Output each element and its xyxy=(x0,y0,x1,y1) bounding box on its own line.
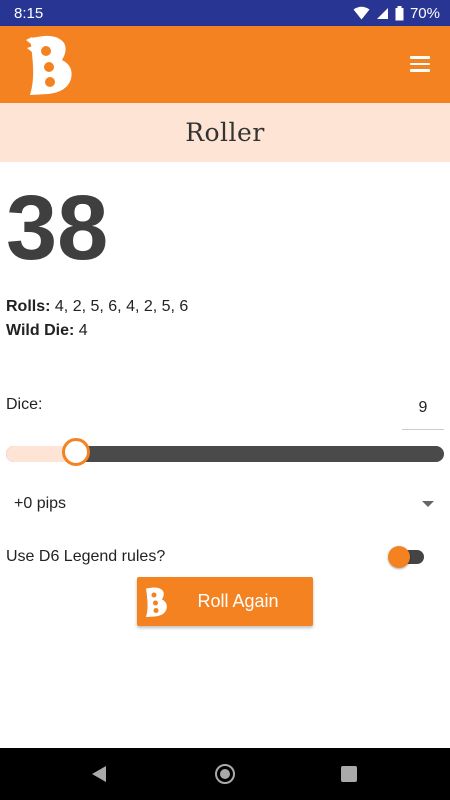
dice-slider-thumb[interactable] xyxy=(62,438,91,466)
signal-icon xyxy=(376,7,388,19)
battery-icon xyxy=(395,5,404,20)
title-band: Roller xyxy=(0,103,450,162)
rolls-value: 4, 2, 5, 6, 4, 2, 5, 6 xyxy=(54,298,189,315)
wild-die-label: Wild Die: xyxy=(6,322,75,339)
page-title: Roller xyxy=(185,118,265,147)
dropdown-arrow-icon xyxy=(422,501,434,507)
wild-die-value: 4 xyxy=(78,322,88,339)
app-bar xyxy=(0,26,450,103)
status-time: 8:15 xyxy=(14,4,44,22)
roll-again-button[interactable]: Roll Again xyxy=(137,577,313,626)
wild-die-line: Wild Die: 4 xyxy=(6,322,88,340)
dice-label: Dice: xyxy=(6,396,43,413)
back-icon[interactable] xyxy=(90,765,108,783)
pips-selected-value: +0 pips xyxy=(14,495,67,512)
b-dice-logo-icon xyxy=(146,586,167,617)
roll-again-label: Roll Again xyxy=(197,591,279,611)
system-nav-bar xyxy=(0,748,450,800)
status-icons: 70% xyxy=(353,5,440,22)
wifi-icon xyxy=(353,6,370,20)
legend-rules-label: Use D6 Legend rules? xyxy=(6,548,166,565)
toggle-knob xyxy=(388,546,410,568)
dice-count-field[interactable]: 9 xyxy=(402,386,444,430)
pips-dropdown[interactable]: +0 pips xyxy=(6,486,444,522)
recents-icon[interactable] xyxy=(341,766,357,782)
hamburger-menu-icon[interactable] xyxy=(410,56,430,72)
home-icon[interactable] xyxy=(215,764,235,784)
status-bar: 8:15 70% xyxy=(0,0,450,26)
rolls-line: Rolls: 4, 2, 5, 6, 4, 2, 5, 6 xyxy=(6,298,188,316)
rolls-label: Rolls: xyxy=(6,298,51,315)
b-dice-logo-icon[interactable] xyxy=(24,34,76,96)
battery-percent: 70% xyxy=(409,4,440,22)
roll-total: 38 xyxy=(6,177,109,279)
legend-rules-toggle[interactable] xyxy=(388,546,424,568)
